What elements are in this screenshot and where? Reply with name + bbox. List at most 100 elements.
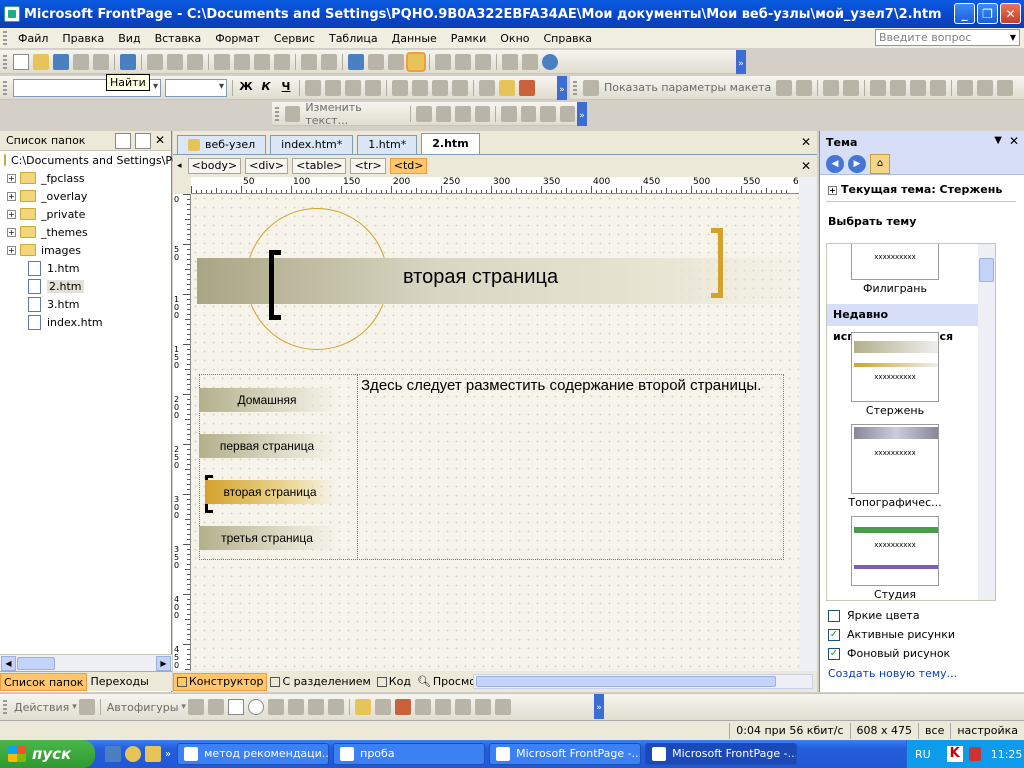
folder-quicklaunch-icon[interactable] <box>145 746 161 762</box>
close-button[interactable]: ✕ <box>1000 3 1021 24</box>
menu-frames[interactable]: Рамки <box>444 32 493 45</box>
tab-design[interactable]: Конструктор <box>173 672 268 691</box>
clipart-icon[interactable] <box>307 699 324 715</box>
auto-stretch-icon[interactable] <box>997 79 1014 96</box>
nav-button-first-page[interactable]: первая страница <box>199 434 335 458</box>
close-pane-icon[interactable]: ✕ <box>1009 134 1019 148</box>
menu-data[interactable]: Данные <box>385 32 444 45</box>
volume-tray-icon[interactable] <box>968 747 981 761</box>
tree-folder[interactable]: + _overlay <box>0 187 170 205</box>
hscroll-thumb[interactable] <box>476 676 776 687</box>
tag-scroll-left-icon[interactable]: ◂ <box>177 161 182 171</box>
close-document-icon[interactable]: ✕ <box>801 135 811 149</box>
align-center-icon[interactable] <box>325 79 341 96</box>
expand-icon[interactable]: + <box>7 173 16 183</box>
scroll-thumb[interactable] <box>17 657 55 670</box>
tree-file[interactable]: index.htm <box>0 313 170 331</box>
option-bright-colors[interactable]: Яркие цвета <box>828 609 920 622</box>
vertical-text-icon[interactable] <box>520 105 537 122</box>
ask-question-input[interactable]: Введите вопрос ▼ <box>875 29 1020 46</box>
maximize-button[interactable]: ❐ <box>977 3 998 24</box>
checkbox[interactable] <box>828 609 840 622</box>
wrap-icon[interactable] <box>474 105 491 122</box>
nav-button-home[interactable]: Домашняя <box>199 388 335 412</box>
tag-td[interactable]: <td> <box>389 158 428 174</box>
task-button-active[interactable]: Microsoft FrontPage -... <box>645 743 798 765</box>
show-all-icon[interactable] <box>502 53 518 70</box>
tab-website[interactable]: веб-узел <box>177 135 267 154</box>
custom-setting[interactable]: настройка <box>950 722 1024 739</box>
expand-icon[interactable]: + <box>7 227 16 237</box>
toolbar-options-chevron-icon[interactable]: » <box>736 50 746 74</box>
font-color-icon[interactable] <box>519 79 535 96</box>
undo-icon[interactable] <box>301 53 317 70</box>
save-icon[interactable] <box>53 53 69 70</box>
theme-gallery[interactable]: xxxxxxxxxx Филигрань Недавно использовав… <box>826 243 996 601</box>
checkbox-checked[interactable]: ✓ <box>828 647 840 660</box>
design-view-canvas[interactable]: вторая страница Домашняя первая страница… <box>191 194 799 671</box>
menu-window[interactable]: Окно <box>493 32 536 45</box>
align-left-icon[interactable] <box>305 79 321 96</box>
italic-button[interactable]: К <box>258 80 274 96</box>
back-icon[interactable]: ◀ <box>826 154 844 173</box>
publish-icon[interactable] <box>93 53 109 70</box>
help-icon[interactable] <box>542 53 558 70</box>
theme-gallery-scrollbar[interactable] <box>978 244 995 600</box>
gallery-icon[interactable] <box>416 105 432 122</box>
tag-div[interactable]: <div> <box>245 158 289 174</box>
hyperlink-icon[interactable] <box>435 53 451 70</box>
actions-menu[interactable]: Действия <box>11 701 72 714</box>
expand-icon[interactable]: + <box>7 209 16 219</box>
dash-style-icon[interactable] <box>434 699 451 715</box>
task-button[interactable]: Microsoft FrontPage -... <box>489 743 642 765</box>
frontpage-app-icon[interactable] <box>4 6 20 22</box>
draw-cell-icon[interactable] <box>843 79 860 96</box>
minimize-button[interactable]: _ <box>954 3 975 24</box>
browser-quicklaunch-icon[interactable] <box>125 746 141 762</box>
font-color-icon[interactable] <box>394 699 411 715</box>
tree-file[interactable]: 1.htm <box>0 259 170 277</box>
menu-tools[interactable]: Сервис <box>267 32 322 45</box>
option-background-picture[interactable]: ✓ Фоновый рисунок <box>828 647 950 660</box>
tree-folder[interactable]: + images <box>0 241 170 259</box>
theme-thumb-studio[interactable]: xxxxxxxxxx <box>851 516 939 586</box>
picture-icon[interactable] <box>327 699 344 715</box>
menu-table[interactable]: Таблица <box>322 32 385 45</box>
insert-picture-icon[interactable] <box>388 53 404 70</box>
cell-formatting-icon[interactable] <box>890 79 907 96</box>
shape-icon[interactable] <box>455 105 471 122</box>
merge-cells-icon[interactable] <box>910 79 927 96</box>
editor-hscrollbar[interactable] <box>473 674 813 689</box>
task-button[interactable]: метод рекомендаци... <box>177 743 330 765</box>
arrow-style-icon[interactable] <box>454 699 471 715</box>
menu-format[interactable]: Формат <box>208 32 267 45</box>
split-cells-icon[interactable] <box>930 79 947 96</box>
toolbar-grip[interactable] <box>3 80 7 95</box>
char-spacing-icon[interactable] <box>559 105 575 122</box>
drawing-options-chevron-icon[interactable]: » <box>594 694 604 719</box>
toolbar-grip[interactable] <box>573 80 577 95</box>
scroll-right-icon[interactable]: ▶ <box>156 656 171 671</box>
tree-file[interactable]: 3.htm <box>0 295 170 313</box>
tree-root[interactable]: C:\Documents and Settings\PQ <box>0 151 181 169</box>
same-height-icon[interactable] <box>501 105 517 122</box>
font-size-dropdown[interactable] <box>165 78 227 97</box>
cut-icon[interactable] <box>214 53 230 70</box>
tab-page-1[interactable]: 1.htm* <box>357 135 418 154</box>
print-icon[interactable] <box>147 53 163 70</box>
3d-icon[interactable] <box>494 699 511 715</box>
show-layout-button[interactable]: Показать параметры макета <box>601 81 774 94</box>
alignment-icon[interactable] <box>540 105 556 122</box>
copy-icon[interactable] <box>234 53 250 70</box>
expand-icon[interactable]: + <box>828 186 837 195</box>
bullets-icon[interactable] <box>412 79 428 96</box>
justify-icon[interactable] <box>365 79 381 96</box>
borders-icon[interactable] <box>479 79 495 96</box>
word-quicklaunch-icon[interactable] <box>105 746 121 762</box>
menu-view[interactable]: Вид <box>111 32 147 45</box>
show-layout-icon[interactable] <box>583 79 599 96</box>
scroll-left-icon[interactable]: ◀ <box>1 656 16 671</box>
menu-file[interactable]: Файл <box>11 32 55 45</box>
new-page-icon[interactable] <box>115 133 131 149</box>
theme-thumb-filigree[interactable]: xxxxxxxxxx <box>851 244 939 280</box>
